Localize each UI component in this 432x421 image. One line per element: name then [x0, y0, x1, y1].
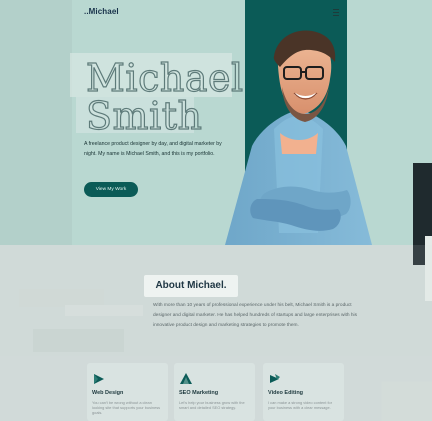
service-title-video-editing: Video Editing [268, 390, 304, 396]
site-logo[interactable]: ..Michael [84, 7, 119, 16]
faded-block-3 [65, 305, 143, 316]
menu-icon[interactable] [333, 9, 339, 16]
hero-left-shade [0, 0, 72, 245]
web-design-icon [94, 374, 104, 384]
seo-marketing-icon [180, 373, 192, 384]
hero-intro-text: A freelance product designer by day, and… [84, 141, 222, 157]
service-title-web-design: Web Design [92, 390, 124, 396]
service-card-video-editing[interactable]: Video Editing I can make a strong video … [263, 363, 344, 421]
video-editing-icon [270, 374, 280, 383]
service-text-web-design: You can't be wrong without a clean looki… [92, 400, 161, 415]
service-title-seo-marketing: SEO Marketing [179, 390, 219, 396]
service-text-video-editing: I can make a strong video content for yo… [268, 400, 333, 410]
about-description: With more than 10 years of professional … [153, 303, 357, 328]
about-heading: About Michael. [144, 275, 238, 297]
hero-first-name: Michael [85, 56, 244, 100]
service-card-web-design[interactable]: Web Design You can't be wrong without a … [87, 363, 168, 421]
faded-block-2 [33, 329, 124, 352]
view-my-work-button[interactable]: View My Work [84, 182, 138, 197]
service-text-seo-marketing: Let's help your business grow with the s… [179, 400, 245, 410]
hero-name-block: Michael Smith [70, 53, 244, 138]
hero-last-name: Smith [85, 94, 203, 138]
portrait-photo [225, 30, 372, 245]
service-card-seo-marketing[interactable]: SEO Marketing Let's help your business g… [174, 363, 255, 421]
